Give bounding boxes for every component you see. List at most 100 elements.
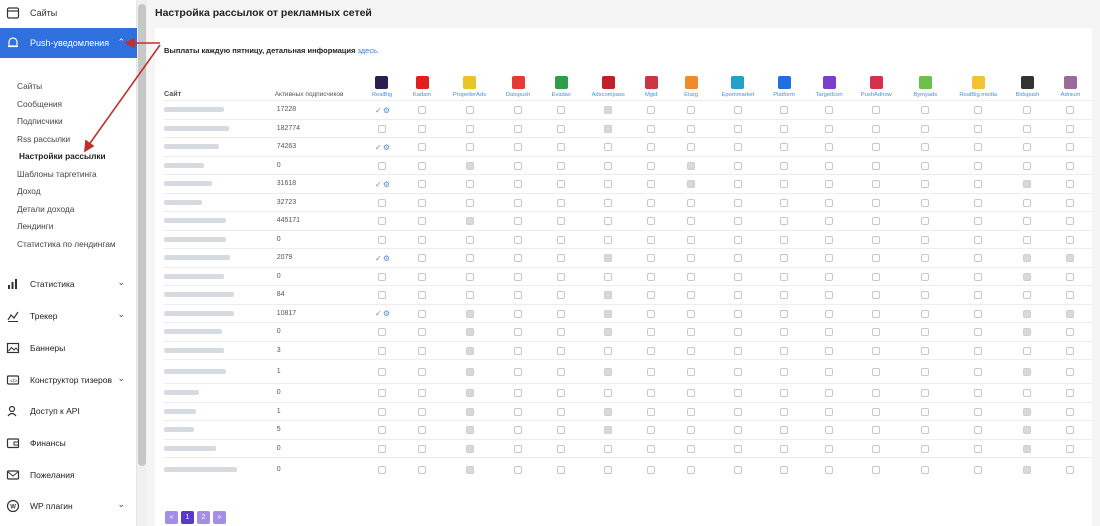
network-checkbox[interactable] xyxy=(825,235,834,244)
network-checkbox[interactable] xyxy=(465,407,474,416)
network-checkbox[interactable] xyxy=(514,180,523,189)
network-checkbox[interactable] xyxy=(604,328,613,337)
network-checkbox[interactable] xyxy=(1023,444,1032,453)
network-checkbox[interactable] xyxy=(733,180,742,189)
network-checkbox[interactable] xyxy=(733,407,742,416)
network-checkbox[interactable] xyxy=(465,389,474,398)
network-checkbox[interactable] xyxy=(687,389,696,398)
network-checkbox[interactable] xyxy=(1066,161,1075,170)
network-checkbox[interactable] xyxy=(465,235,474,244)
network-checkbox[interactable] xyxy=(604,389,613,398)
network-checkbox[interactable] xyxy=(974,106,983,115)
network-checkbox[interactable] xyxy=(418,198,427,207)
network-checkbox[interactable] xyxy=(974,291,983,300)
network-checkbox[interactable] xyxy=(418,254,427,263)
network-checkbox[interactable] xyxy=(418,161,427,170)
network-checkbox[interactable] xyxy=(780,309,789,318)
network-checkbox[interactable] xyxy=(465,426,474,435)
network-checkbox[interactable] xyxy=(514,368,523,377)
pager-page-button[interactable]: 1 xyxy=(181,511,194,524)
network-checkbox[interactable] xyxy=(557,217,566,226)
network-checkbox[interactable] xyxy=(377,328,386,337)
network-checkbox[interactable] xyxy=(1066,368,1075,377)
network-checkbox[interactable] xyxy=(465,106,474,115)
network-checkbox[interactable] xyxy=(465,272,474,281)
network-checkbox[interactable] xyxy=(974,426,983,435)
sidebar-subitem[interactable]: Детали дохода xyxy=(17,201,116,219)
network-checkbox[interactable] xyxy=(872,346,881,355)
network-checkbox[interactable] xyxy=(733,106,742,115)
network-checkbox[interactable] xyxy=(733,235,742,244)
network-checkbox[interactable] xyxy=(921,235,930,244)
network-checkbox[interactable] xyxy=(1023,217,1032,226)
network-checkbox[interactable] xyxy=(780,328,789,337)
gear-icon[interactable]: ⚙ xyxy=(383,309,390,318)
gear-icon[interactable]: ⚙ xyxy=(383,143,390,152)
network-checkbox[interactable] xyxy=(377,444,386,453)
network-checkbox[interactable] xyxy=(733,368,742,377)
network-checkbox[interactable] xyxy=(780,180,789,189)
network-checkbox[interactable] xyxy=(780,272,789,281)
network-checkbox[interactable] xyxy=(418,309,427,318)
network-checkbox[interactable] xyxy=(418,291,427,300)
network-checkbox[interactable] xyxy=(687,254,696,263)
network-checkbox[interactable] xyxy=(1023,328,1032,337)
network-checkbox[interactable] xyxy=(377,217,386,226)
network-checkbox[interactable] xyxy=(974,198,983,207)
network-checkbox[interactable] xyxy=(1023,161,1032,170)
details-link[interactable]: здесь. xyxy=(358,46,380,55)
network-checkbox[interactable] xyxy=(418,106,427,115)
network-checkbox[interactable] xyxy=(377,272,386,281)
network-checkbox[interactable] xyxy=(465,309,474,318)
network-checkbox[interactable] xyxy=(647,444,656,453)
network-checkbox[interactable] xyxy=(974,444,983,453)
network-checkbox[interactable] xyxy=(557,407,566,416)
network-checkbox[interactable] xyxy=(1066,217,1075,226)
network-checkbox[interactable] xyxy=(418,389,427,398)
pager-next-button[interactable]: » xyxy=(213,511,226,524)
network-checkbox[interactable] xyxy=(514,426,523,435)
network-checkbox[interactable] xyxy=(418,426,427,435)
network-checkbox[interactable] xyxy=(1066,444,1075,453)
network-checkbox[interactable] xyxy=(557,444,566,453)
network-checkbox[interactable] xyxy=(514,466,523,475)
network-checkbox[interactable] xyxy=(377,407,386,416)
network-checkbox[interactable] xyxy=(733,426,742,435)
network-checkbox[interactable] xyxy=(1066,124,1075,133)
network-checkbox[interactable] xyxy=(1066,389,1075,398)
network-checkbox[interactable] xyxy=(1066,291,1075,300)
network-checkbox[interactable] xyxy=(780,368,789,377)
network-checkbox[interactable] xyxy=(1066,198,1075,207)
network-checkbox[interactable] xyxy=(780,235,789,244)
network-checkbox[interactable] xyxy=(974,407,983,416)
network-checkbox[interactable] xyxy=(647,328,656,337)
network-checkbox[interactable] xyxy=(1023,235,1032,244)
network-checkbox[interactable] xyxy=(687,368,696,377)
network-checkbox[interactable] xyxy=(465,368,474,377)
network-checkbox[interactable] xyxy=(604,309,613,318)
network-checkbox[interactable] xyxy=(1023,291,1032,300)
network-checkbox[interactable] xyxy=(921,198,930,207)
network-checkbox[interactable] xyxy=(974,309,983,318)
network-checkbox[interactable] xyxy=(921,389,930,398)
network-checkbox[interactable] xyxy=(514,389,523,398)
network-checkbox[interactable] xyxy=(418,466,427,475)
network-checkbox[interactable] xyxy=(1066,466,1075,475)
sidebar-subitem[interactable]: Rss рассылки xyxy=(17,131,116,149)
network-checkbox[interactable] xyxy=(1023,389,1032,398)
network-checkbox[interactable] xyxy=(377,368,386,377)
network-checkbox[interactable] xyxy=(780,254,789,263)
network-checkbox[interactable] xyxy=(604,291,613,300)
sidebar-subitem[interactable]: Шаблоны таргетинга xyxy=(17,166,116,184)
network-checkbox[interactable] xyxy=(647,217,656,226)
network-checkbox[interactable] xyxy=(921,291,930,300)
network-checkbox[interactable] xyxy=(1023,346,1032,355)
network-checkbox[interactable] xyxy=(514,124,523,133)
network-checkbox[interactable] xyxy=(974,272,983,281)
network-checkbox[interactable] xyxy=(825,217,834,226)
network-checkbox[interactable] xyxy=(514,272,523,281)
network-checkbox[interactable] xyxy=(418,346,427,355)
gear-icon[interactable]: ⚙ xyxy=(383,106,390,115)
gear-icon[interactable]: ⚙ xyxy=(383,254,390,263)
network-checkbox[interactable] xyxy=(825,161,834,170)
